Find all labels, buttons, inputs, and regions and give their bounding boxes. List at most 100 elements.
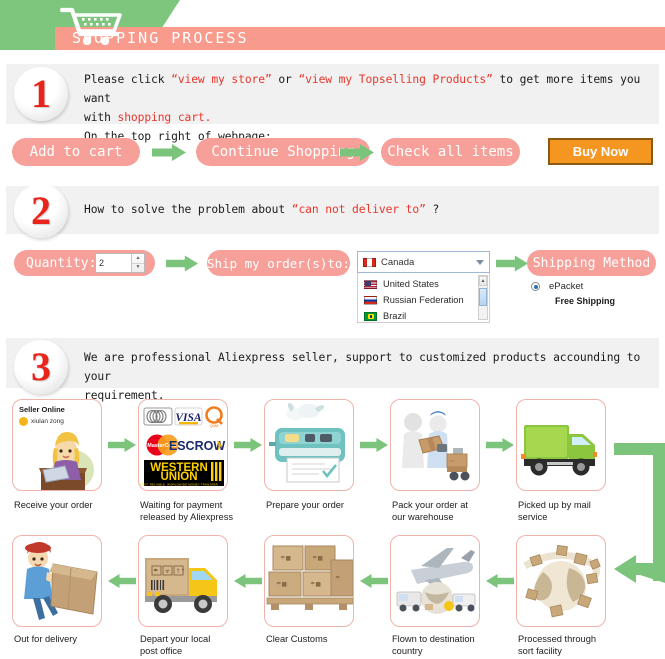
arrow-left-icon-2 xyxy=(234,572,262,590)
svg-text:□□: □□ xyxy=(450,459,454,463)
flow-caption-picked-up: Picked up by mail service xyxy=(518,500,591,522)
shipping-free-note: Free Shipping xyxy=(555,296,616,306)
quantity-stepper[interactable]: 2 ▲ ▼ xyxy=(95,253,145,273)
view-my-store-link[interactable]: “view my store” xyxy=(171,73,272,86)
brazil-flag-icon xyxy=(364,311,377,321)
printer-packaging-illustration xyxy=(269,402,345,483)
russian-federation-flag-icon xyxy=(364,295,377,305)
seller-online-illustration xyxy=(39,432,94,490)
stacked-boxes-pallet-icon: ☂■ ☂■ ☂■ ☂■ ☂ xyxy=(266,545,353,610)
workers-packing-illustration: □□ xyxy=(402,411,470,481)
step-2-line-1: How to solve the problem about “can not … xyxy=(84,200,644,219)
step-3-badge: 3 xyxy=(14,340,68,394)
flow-card-depart-post-office: ☂ ☣ ↑↑ xyxy=(138,535,228,627)
quantity-decrement-icon[interactable]: ▼ xyxy=(132,264,144,273)
step-2-number: 2 xyxy=(31,188,51,233)
postman-carrying-parcel-illustration xyxy=(24,542,98,620)
country-option-label: Russian Federation xyxy=(383,295,464,305)
step-3-number: 3 xyxy=(31,344,51,389)
quantity-increment-icon[interactable]: ▲ xyxy=(132,254,144,264)
step-1-line-2: with shopping cart. xyxy=(84,108,654,127)
shopping-cart-link[interactable]: shopping cart. xyxy=(118,111,212,124)
flow-caption-depart-post-office: Depart your local post office xyxy=(140,634,211,656)
flow-connector-elbow xyxy=(614,443,665,592)
country-select-options[interactable]: United States Russian Federation Brazil … xyxy=(357,273,490,323)
quantity-label: Quantity: xyxy=(26,255,97,271)
view-topselling-products-link[interactable]: “view my Topselling Products” xyxy=(298,73,492,86)
svg-text:☣: ☣ xyxy=(165,568,171,575)
step-1-text: Please click “view my store” or “view my… xyxy=(84,70,654,146)
svg-text:↑↑: ↑↑ xyxy=(176,568,186,575)
airplane-cargo-illustration xyxy=(396,548,476,614)
country-option-brazil[interactable]: Brazil xyxy=(358,308,489,324)
canada-flag-icon xyxy=(363,257,376,267)
svg-text:FAST. RELIABLE. WORLDWIDE MONE: FAST. RELIABLE. WORLDWIDE MONEY TRANSFER xyxy=(140,483,218,487)
arrow-right-icon-8 xyxy=(486,436,514,454)
arrow-right-icon-6 xyxy=(234,436,262,454)
step-2-badge: 2 xyxy=(14,184,68,238)
step-1-seg-1: Please click xyxy=(84,73,172,86)
flow-card-clear-customs: ☂■ ☂■ ☂■ ☂■ ☂ xyxy=(264,535,354,627)
svg-text:☂■: ☂■ xyxy=(310,581,321,588)
green-delivery-truck-icon xyxy=(521,425,597,476)
svg-text:ESCROW: ESCROW xyxy=(169,439,225,453)
shipping-option-epacket[interactable]: ePacket xyxy=(531,281,583,292)
step-1-number: 1 xyxy=(31,71,51,116)
arrow-left-icon-1 xyxy=(108,572,136,590)
flow-card-out-for-delivery xyxy=(12,535,102,627)
step-3-seg-1: We are professional Aliexpress seller, s… xyxy=(84,351,641,383)
shipping-method-pill: Shipping Method xyxy=(527,250,656,276)
flow-caption-flown-destination: Flown to destination country xyxy=(392,634,475,656)
country-option-label: United States xyxy=(383,279,439,289)
country-select[interactable]: Canada xyxy=(357,251,490,273)
ship-my-orders-to-pill: Ship my order(s)to: xyxy=(207,250,350,276)
svg-text:☂: ☂ xyxy=(335,575,341,582)
step-1-badge: 1 xyxy=(14,67,68,121)
country-option-united-states[interactable]: United States xyxy=(358,276,489,292)
step-2-text: How to solve the problem about “can not … xyxy=(84,200,644,219)
svg-text:UNION: UNION xyxy=(160,471,197,483)
chevron-down-icon[interactable] xyxy=(476,259,484,265)
scroll-up-icon[interactable]: ▲ xyxy=(479,276,487,286)
country-option-russian-federation[interactable]: Russian Federation xyxy=(358,292,489,308)
country-list-scrollbar[interactable]: ▲ xyxy=(478,275,488,320)
radio-selected-icon[interactable] xyxy=(531,282,540,291)
svg-text:☂: ☂ xyxy=(153,568,159,575)
flow-card-prepare-order xyxy=(264,399,354,491)
svg-text:☂■: ☂■ xyxy=(312,555,323,562)
add-to-cart-button[interactable]: Add to cart xyxy=(12,138,140,166)
step-3-line-1: We are professional Aliexpress seller, s… xyxy=(84,348,654,386)
seller-online-title: Seller Online xyxy=(19,405,65,414)
yellow-delivery-truck-icon: ☂ ☣ ↑↑ xyxy=(145,558,217,613)
svg-text:☂■: ☂■ xyxy=(280,555,291,562)
flow-caption-prepare-order: Prepare your order xyxy=(266,500,345,510)
united-states-flag-icon xyxy=(364,279,377,289)
svg-text:QIWI: QIWI xyxy=(209,423,218,428)
buy-now-button[interactable]: Buy Now xyxy=(548,138,653,165)
step-3-text: We are professional Aliexpress seller, s… xyxy=(84,348,654,405)
arrow-right-icon-3 xyxy=(166,255,198,272)
cannot-deliver-to-text: “can not deliver to” xyxy=(291,203,426,216)
quantity-value[interactable]: 2 xyxy=(96,254,131,272)
flow-card-flown-destination xyxy=(390,535,480,627)
arrow-right-icon-7 xyxy=(360,436,388,454)
country-option-label: Brazil xyxy=(383,311,407,321)
flow-caption-waiting-payment: Waiting for payment released by Aliexpre… xyxy=(140,500,234,522)
payment-logos: VISA QIWI MasterCard ESCROW WESTERN UNIO… xyxy=(140,406,225,487)
flow-card-pack-order: □□ xyxy=(390,399,480,491)
flow-caption-receive-order: Receive your order xyxy=(14,500,93,510)
arrow-right-icon-1 xyxy=(152,144,186,161)
flow-card-picked-up xyxy=(516,399,606,491)
quantity-spin-buttons[interactable]: ▲ ▼ xyxy=(131,254,144,272)
page-title: SHOPPING PROCESS xyxy=(72,29,249,47)
arrow-right-icon-5 xyxy=(108,436,136,454)
arrow-right-icon-2 xyxy=(340,144,374,161)
flow-caption-clear-customs: Clear Customs xyxy=(266,634,328,644)
scrollbar-thumb[interactable] xyxy=(479,288,487,306)
flow-card-waiting-payment: VISA QIWI MasterCard ESCROW WESTERN UNIO… xyxy=(138,399,228,491)
svg-text:☂■: ☂■ xyxy=(276,581,287,588)
check-all-items-button[interactable]: Check all items xyxy=(381,138,520,166)
arrow-left-icon-4 xyxy=(486,572,514,590)
arrow-left-icon-3 xyxy=(360,572,388,590)
flow-caption-sort-facility: Processed through sort facility xyxy=(518,634,597,656)
